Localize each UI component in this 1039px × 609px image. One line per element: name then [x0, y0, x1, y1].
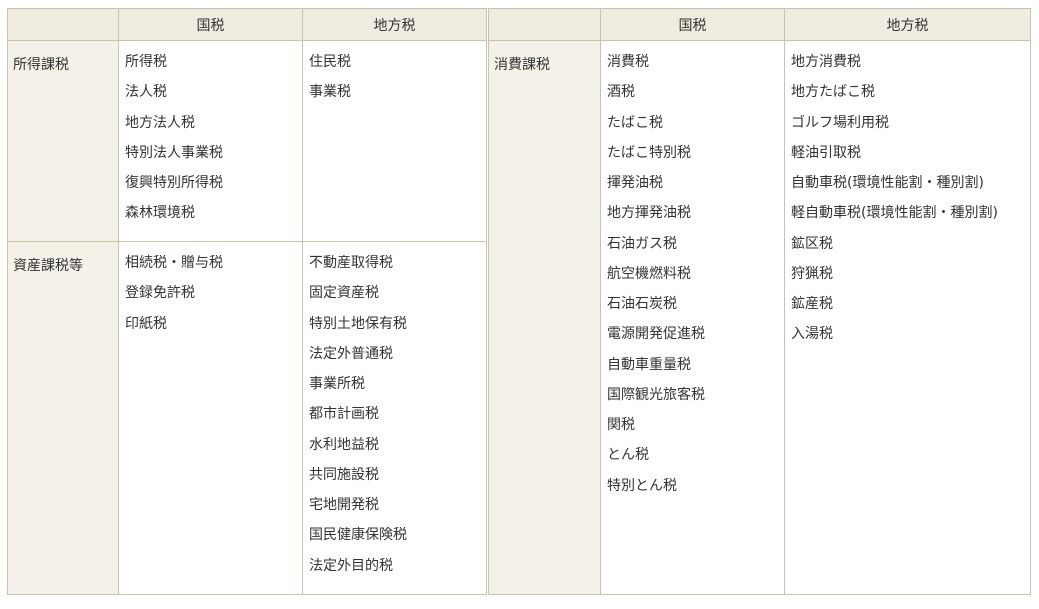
header-corner	[488, 8, 601, 41]
list-item: 森林環境税	[125, 205, 195, 222]
list-item: 特別土地保有税	[309, 315, 407, 332]
category-cell: 所得課税	[7, 40, 119, 242]
list-item: とん税	[607, 447, 649, 464]
list-item: 石油石炭税	[607, 296, 677, 312]
list-item: 特別とん税	[607, 477, 677, 494]
list-item: 都市計画税	[309, 406, 379, 423]
list-item: 住民税	[309, 54, 351, 70]
header-local-tax: 地方税	[784, 8, 1031, 41]
list-item: 自動車重量税	[607, 356, 691, 373]
list-item: 電源開発促進税	[607, 326, 705, 343]
list-item: 軽油引取税	[791, 144, 861, 161]
list-item: 鉱産税	[791, 296, 833, 312]
list-item: 入湯税	[791, 326, 833, 343]
list-item: 印紙税	[125, 315, 167, 332]
list-item: 復興特別所得税	[125, 175, 223, 191]
table-row: 所得課税 所得税 法人税 地方法人税 特別法人事業税 復興特別所得税 森林環境税…	[7, 40, 487, 242]
category-cell: 資産課税等	[7, 241, 119, 595]
local-tax-list: 住民税 事業税	[302, 40, 487, 242]
list-item: たばこ税	[607, 114, 663, 131]
list-item: 登録免許税	[125, 285, 195, 302]
list-item: 法定外目的税	[309, 557, 393, 574]
list-item: 固定資産税	[309, 285, 379, 302]
header-national-tax: 国税	[118, 8, 303, 41]
list-item: 相続税・贈与税	[125, 255, 223, 271]
list-item: 石油ガス税	[607, 235, 677, 252]
header-corner	[7, 8, 119, 41]
list-item: 国際観光旅客税	[607, 386, 705, 403]
list-item: 国民健康保険税	[309, 527, 407, 544]
list-item: 消費税	[607, 54, 649, 70]
list-item: 水利地益税	[309, 436, 379, 453]
list-item: 事業税	[309, 84, 351, 101]
table-header-row: 国税 地方税	[7, 8, 487, 41]
list-item: 法定外普通税	[309, 345, 393, 362]
table-row: 資産課税等 相続税・贈与税 登録免許税 印紙税 不動産取得税 固定資産税 特別土…	[7, 241, 487, 595]
consumption-tax-table: 国税 地方税 消費課税 消費税 酒税 たばこ税 たばこ特別税 揮発油税 地方揮発…	[488, 8, 1031, 595]
list-item: 狩猟税	[791, 265, 833, 282]
list-item: 自動車税(環境性能割・種別割)	[791, 175, 984, 191]
national-tax-list: 所得税 法人税 地方法人税 特別法人事業税 復興特別所得税 森林環境税	[118, 40, 303, 242]
list-item: 揮発油税	[607, 175, 663, 191]
list-item: 航空機燃料税	[607, 265, 691, 282]
table-header-row: 国税 地方税	[488, 8, 1031, 41]
category-cell: 消費課税	[488, 40, 601, 595]
header-national-tax: 国税	[600, 8, 785, 41]
local-tax-list: 不動産取得税 固定資産税 特別土地保有税 法定外普通税 事業所税 都市計画税 水…	[302, 241, 487, 595]
list-item: 地方たばこ税	[791, 84, 875, 101]
list-item: 酒税	[607, 84, 635, 101]
list-item: 所得税	[125, 54, 167, 70]
list-item: 法人税	[125, 84, 167, 101]
list-item: ゴルフ場利用税	[791, 114, 889, 131]
list-item: 軽自動車税(環境性能割・種別割)	[791, 205, 998, 222]
header-local-tax: 地方税	[302, 8, 487, 41]
local-tax-list: 地方消費税 地方たばこ税 ゴルフ場利用税 軽油引取税 自動車税(環境性能割・種別…	[784, 40, 1031, 595]
national-tax-list: 相続税・贈与税 登録免許税 印紙税	[118, 241, 303, 595]
income-asset-tax-table: 国税 地方税 所得課税 所得税 法人税 地方法人税 特別法人事業税 復興特別所得…	[7, 8, 487, 595]
list-item: 共同施設税	[309, 466, 379, 483]
list-item: 特別法人事業税	[125, 144, 223, 161]
list-item: 事業所税	[309, 376, 365, 392]
list-item: 関税	[607, 417, 635, 433]
list-item: 鉱区税	[791, 235, 833, 252]
list-item: 宅地開発税	[309, 497, 379, 513]
table-row: 消費課税 消費税 酒税 たばこ税 たばこ特別税 揮発油税 地方揮発油税 石油ガス…	[488, 40, 1031, 595]
list-item: 地方消費税	[791, 54, 861, 70]
list-item: たばこ特別税	[607, 144, 691, 161]
national-tax-list: 消費税 酒税 たばこ税 たばこ特別税 揮発油税 地方揮発油税 石油ガス税 航空機…	[600, 40, 785, 595]
list-item: 地方法人税	[125, 114, 195, 131]
list-item: 不動産取得税	[309, 255, 393, 271]
list-item: 地方揮発油税	[607, 205, 691, 222]
